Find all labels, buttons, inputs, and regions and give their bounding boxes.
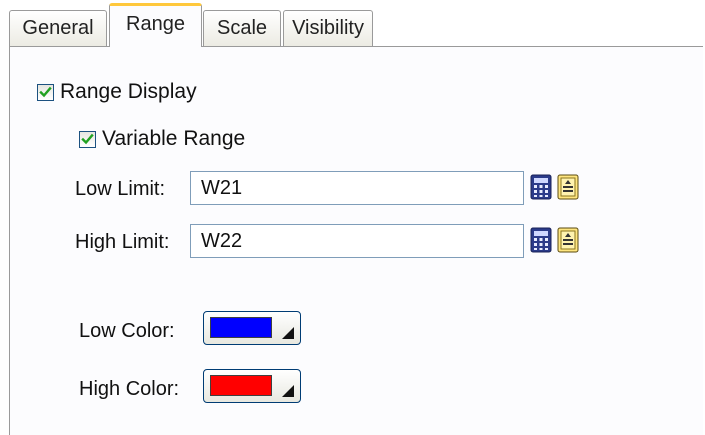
calculator-icon — [530, 227, 552, 253]
high-limit-label: High Limit: — [75, 231, 170, 253]
range-display-checkbox[interactable] — [37, 83, 54, 101]
checkmark-icon — [39, 86, 52, 97]
high-limit-tag-button[interactable] — [557, 227, 579, 253]
high-color-picker[interactable] — [203, 369, 301, 403]
tab-range-label: Range — [126, 13, 185, 35]
tab-strip: General Range Scale Visibility — [0, 0, 705, 47]
tab-general-label: General — [22, 17, 94, 39]
high-color-swatch — [210, 375, 272, 396]
tag-browser-icon — [557, 227, 579, 253]
tab-general[interactable]: General — [9, 10, 107, 46]
tab-scale-label: Scale — [216, 17, 268, 39]
tab-range[interactable]: Range — [109, 3, 202, 47]
high-limit-input[interactable] — [190, 224, 524, 258]
dropdown-arrow-icon — [282, 385, 294, 397]
variable-range-label: Variable Range — [102, 127, 246, 150]
low-limit-label: Low Limit: — [75, 178, 166, 200]
high-color-label: High Color: — [79, 378, 180, 400]
low-color-swatch — [210, 317, 272, 338]
low-limit-tag-button[interactable] — [557, 174, 579, 200]
tab-scale[interactable]: Scale — [203, 10, 281, 46]
low-limit-calculator-button[interactable] — [530, 174, 552, 200]
checkmark-icon — [81, 133, 94, 144]
calculator-icon — [530, 174, 552, 200]
low-color-picker[interactable] — [203, 311, 301, 345]
range-display-checkbox-row[interactable]: Range Display — [37, 80, 197, 104]
tab-visibility-label: Visibility — [292, 17, 364, 39]
low-color-label: Low Color: — [79, 320, 175, 342]
high-limit-calculator-button[interactable] — [530, 227, 552, 253]
low-limit-input[interactable] — [190, 171, 524, 205]
dropdown-arrow-icon — [282, 327, 294, 339]
range-display-label: Range Display — [60, 80, 197, 103]
variable-range-checkbox-row[interactable]: Variable Range — [79, 127, 245, 151]
tag-browser-icon — [557, 174, 579, 200]
variable-range-checkbox[interactable] — [79, 130, 96, 148]
tab-visibility[interactable]: Visibility — [283, 10, 373, 46]
